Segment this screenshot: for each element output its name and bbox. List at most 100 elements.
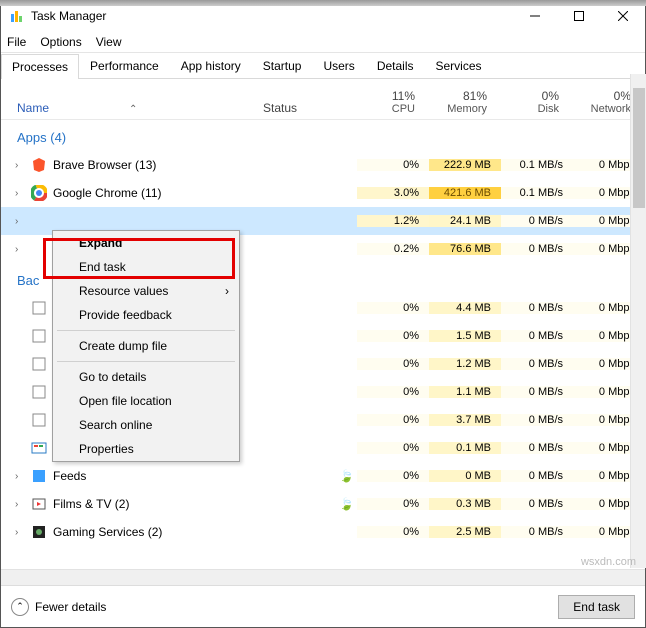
table-row[interactable]: › Brave Browser (13) 0% 222.9 MB 0.1 MB/… (1, 151, 645, 179)
header-cpu[interactable]: 11%CPU (353, 89, 425, 115)
cell-cpu: 0% (357, 330, 429, 342)
chevron-right-icon[interactable]: › (15, 160, 27, 171)
leaf-icon: 🍃 (339, 497, 351, 511)
tab-details[interactable]: Details (366, 53, 425, 78)
chevron-right-icon[interactable]: › (15, 527, 27, 538)
tab-app-history[interactable]: App history (170, 53, 252, 78)
menubar: File Options View (1, 31, 645, 53)
fewer-details-toggle[interactable]: ⌃ Fewer details (11, 598, 106, 616)
menu-view[interactable]: View (96, 35, 122, 49)
cell-cpu: 3.0% (357, 187, 429, 199)
table-row[interactable]: › Google Chrome (11) 3.0% 421.6 MB 0.1 M… (1, 179, 645, 207)
menu-options[interactable]: Options (40, 35, 81, 49)
cell-disk: 0 MB/s (501, 414, 573, 426)
header-status[interactable]: Status (263, 101, 353, 115)
process-name: Feeds (53, 469, 339, 483)
app-generic-icon (31, 241, 47, 257)
app-generic-icon (31, 300, 47, 316)
cell-cpu: 1.2% (357, 215, 429, 227)
header-name[interactable]: Name⌃ (17, 101, 263, 115)
menu-expand[interactable]: Expand (53, 231, 239, 255)
menu-separator (57, 330, 235, 331)
cell-disk: 0 MB/s (501, 526, 573, 538)
cell-cpu: 0% (357, 386, 429, 398)
cell-memory: 2.5 MB (429, 526, 501, 538)
cell-cpu: 0% (357, 470, 429, 482)
features-icon (31, 440, 47, 456)
cell-disk: 0 MB/s (501, 470, 573, 482)
cell-memory: 1.1 MB (429, 386, 501, 398)
vertical-scrollbar[interactable] (630, 74, 646, 568)
context-menu: Expand End task Resource values Provide … (52, 230, 240, 462)
cell-disk: 0.1 MB/s (501, 187, 573, 199)
chevron-right-icon[interactable]: › (15, 188, 27, 199)
menu-properties[interactable]: Properties (53, 437, 239, 461)
app-generic-icon (31, 213, 47, 229)
tab-services[interactable]: Services (425, 53, 493, 78)
films-tv-icon (31, 496, 47, 512)
cell-memory: 0.3 MB (429, 498, 501, 510)
cell-cpu: 0.2% (357, 243, 429, 255)
tab-processes[interactable]: Processes (1, 54, 79, 79)
cell-disk: 0.1 MB/s (501, 159, 573, 171)
horizontal-scrollbar[interactable] (1, 569, 645, 585)
cell-memory: 421.6 MB (429, 187, 501, 199)
cell-memory: 1.2 MB (429, 358, 501, 370)
chevron-right-icon[interactable]: › (15, 471, 27, 482)
menu-create-dump[interactable]: Create dump file (53, 334, 239, 358)
cell-memory: 1.5 MB (429, 330, 501, 342)
table-row[interactable]: › Feeds 🍃 0% 0 MB 0 MB/s 0 Mbps (1, 462, 645, 490)
menu-provide-feedback[interactable]: Provide feedback (53, 303, 239, 327)
tab-startup[interactable]: Startup (252, 53, 313, 78)
menu-file[interactable]: File (7, 35, 26, 49)
window-title: Task Manager (31, 9, 513, 23)
cell-cpu: 0% (357, 442, 429, 454)
header-memory[interactable]: 81%Memory (425, 89, 497, 115)
section-apps: Apps (4) (1, 120, 645, 151)
chrome-icon (31, 185, 47, 201)
cell-disk: 0 MB/s (501, 215, 573, 227)
tab-users[interactable]: Users (312, 53, 365, 78)
scrollbar-thumb[interactable] (633, 88, 645, 208)
cell-disk: 0 MB/s (501, 442, 573, 454)
menu-open-file-location[interactable]: Open file location (53, 389, 239, 413)
cell-memory: 76.6 MB (429, 243, 501, 255)
app-generic-icon (31, 384, 47, 400)
cell-disk: 0 MB/s (501, 243, 573, 255)
gaming-icon (31, 524, 47, 540)
menu-search-online[interactable]: Search online (53, 413, 239, 437)
table-row[interactable]: › Gaming Services (2) 0% 2.5 MB 0 MB/s 0… (1, 518, 645, 546)
process-name: Google Chrome (11) (53, 186, 357, 200)
table-row[interactable]: › Films & TV (2) 🍃 0% 0.3 MB 0 MB/s 0 Mb… (1, 490, 645, 518)
chevron-up-icon: ⌃ (11, 598, 29, 616)
cell-disk: 0 MB/s (501, 302, 573, 314)
cell-cpu: 0% (357, 414, 429, 426)
watermark: wsxdn.com (581, 556, 636, 568)
cell-disk: 0 MB/s (501, 498, 573, 510)
cell-memory: 0 MB (429, 470, 501, 482)
feeds-icon (31, 468, 47, 484)
cell-cpu: 0% (357, 526, 429, 538)
cell-memory: 3.7 MB (429, 414, 501, 426)
menu-separator (57, 361, 235, 362)
cell-cpu: 0% (357, 498, 429, 510)
chevron-right-icon[interactable]: › (15, 244, 27, 255)
header-disk[interactable]: 0%Disk (497, 89, 569, 115)
cell-disk: 0 MB/s (501, 386, 573, 398)
end-task-button[interactable]: End task (558, 595, 635, 619)
chevron-right-icon[interactable]: › (15, 216, 27, 227)
fewer-details-label: Fewer details (35, 600, 106, 614)
menu-resource-values[interactable]: Resource values (53, 279, 239, 303)
cell-memory: 222.9 MB (429, 159, 501, 171)
tab-performance[interactable]: Performance (79, 53, 170, 78)
brave-icon (31, 157, 47, 173)
menu-go-details[interactable]: Go to details (53, 365, 239, 389)
process-name: Gaming Services (2) (53, 525, 357, 539)
cell-memory: 24.1 MB (429, 215, 501, 227)
window-top-border (0, 0, 646, 6)
app-generic-icon (31, 412, 47, 428)
menu-end-task[interactable]: End task (53, 255, 239, 279)
cell-memory: 4.4 MB (429, 302, 501, 314)
cell-disk: 0 MB/s (501, 330, 573, 342)
chevron-right-icon[interactable]: › (15, 499, 27, 510)
